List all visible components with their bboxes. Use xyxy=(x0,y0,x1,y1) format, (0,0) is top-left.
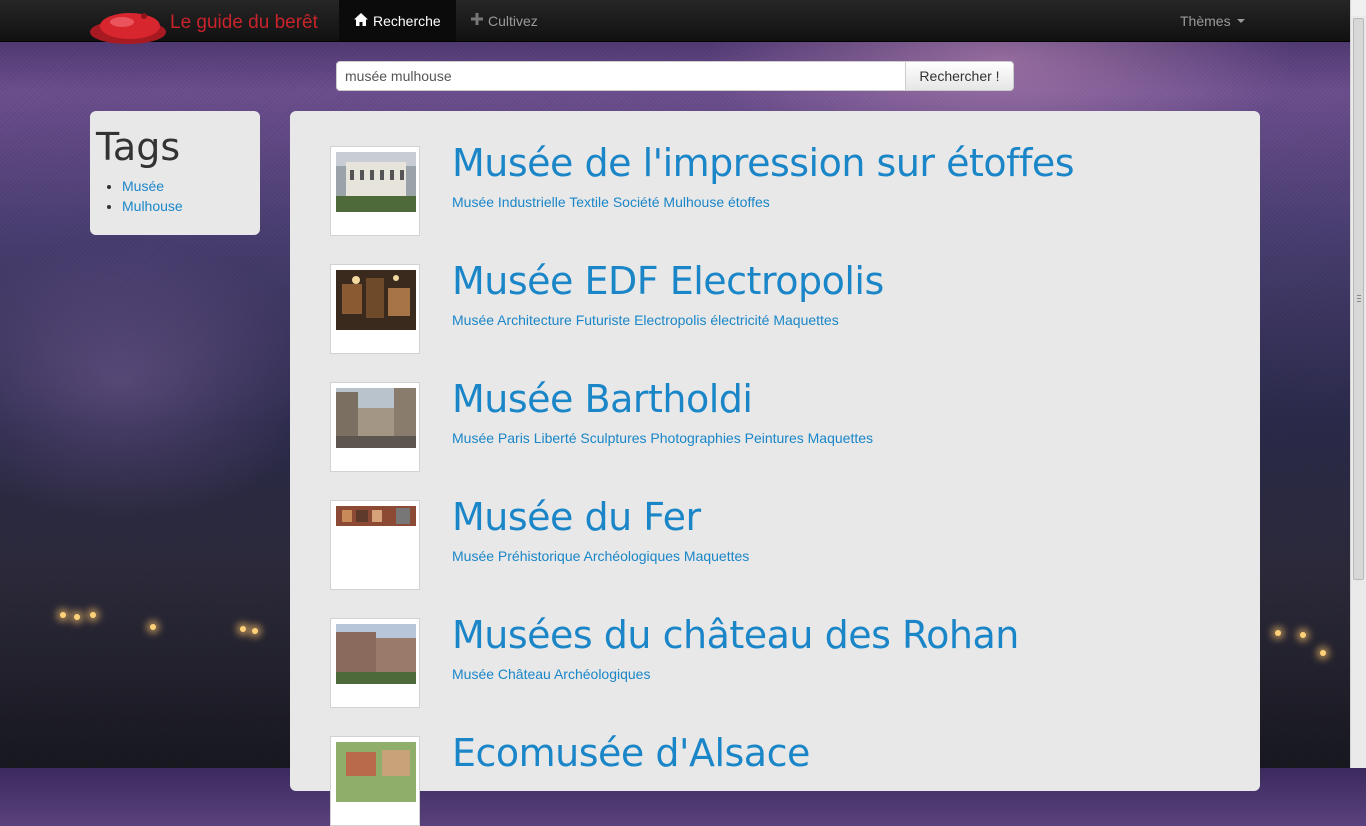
result-item: Musée du Fer Musée Préhistorique Archéol… xyxy=(330,495,1230,590)
page-scrollbar[interactable] xyxy=(1350,0,1366,768)
beret-logo-icon xyxy=(90,13,166,44)
result-title-link[interactable]: Musée du Fer xyxy=(452,495,701,539)
tags-list: Musée Mulhouse xyxy=(122,176,183,216)
nav-cultivez[interactable]: Cultivez xyxy=(456,0,556,41)
themes-label: Thèmes xyxy=(1180,12,1231,29)
list-item: Mulhouse xyxy=(122,196,183,216)
nav-cultivez-label: Cultivez xyxy=(488,12,538,29)
scroll-thumb[interactable] xyxy=(1353,18,1364,580)
result-item: Musée Bartholdi Musée Paris Liberté Scul… xyxy=(330,377,1230,472)
result-thumbnail[interactable] xyxy=(330,264,420,354)
result-title-link[interactable]: Musée de l'impression sur étoffes xyxy=(452,141,1075,185)
list-item: Musée xyxy=(122,176,183,196)
caret-down-icon xyxy=(1236,18,1245,23)
ecomusee-photo xyxy=(336,742,416,802)
result-thumbnail[interactable] xyxy=(330,618,420,708)
result-tags[interactable]: Musée Architecture Futuriste Electropoli… xyxy=(452,312,839,328)
result-item: Ecomusée d'Alsace xyxy=(330,731,1230,826)
scroll-up-arrow-icon[interactable] xyxy=(1351,0,1366,16)
result-title-link[interactable]: Ecomusée d'Alsace xyxy=(452,731,810,775)
result-tags[interactable]: Musée Industrielle Textile Société Mulho… xyxy=(452,194,770,210)
result-title-link[interactable]: Musée EDF Electropolis xyxy=(452,259,884,303)
tags-heading: Tags xyxy=(96,125,181,169)
plus-icon xyxy=(471,13,483,28)
nav-recherche[interactable]: Recherche xyxy=(339,0,456,41)
chateau-photo xyxy=(336,624,416,684)
museum-building-photo xyxy=(336,152,416,212)
result-item: Musée de l'impression sur étoffes Musée … xyxy=(330,141,1230,236)
brand-link[interactable]: Le guide du berêt xyxy=(88,4,318,50)
result-title-link[interactable]: Musée Bartholdi xyxy=(452,377,753,421)
top-navbar: Le guide du berêt Recherche Cultivez Thè… xyxy=(0,0,1350,44)
result-tags[interactable]: Musée Préhistorique Archéologiques Maque… xyxy=(452,548,749,564)
themes-dropdown[interactable]: Thèmes xyxy=(1165,0,1265,41)
home-icon xyxy=(354,12,368,29)
result-item: Musée EDF Electropolis Musée Architectur… xyxy=(330,259,1230,354)
result-thumbnail[interactable] xyxy=(330,146,420,236)
museum-exhibit-photo xyxy=(336,506,416,526)
result-thumbnail[interactable] xyxy=(330,382,420,472)
result-thumbnail[interactable] xyxy=(330,500,420,590)
result-item: Musées du château des Rohan Musée Châtea… xyxy=(330,613,1230,708)
brand-title[interactable]: Le guide du berêt xyxy=(170,12,318,34)
result-tags[interactable]: Musée Paris Liberté Sculptures Photograp… xyxy=(452,430,873,446)
result-thumbnail[interactable] xyxy=(330,736,420,826)
search-button[interactable]: Rechercher ! xyxy=(905,61,1014,91)
museum-machinery-photo xyxy=(336,270,416,330)
tag-link-mulhouse[interactable]: Mulhouse xyxy=(122,198,183,214)
tag-link-musee[interactable]: Musée xyxy=(122,178,164,194)
tags-panel: Tags Musée Mulhouse xyxy=(90,111,260,235)
search-input[interactable] xyxy=(336,61,906,91)
nav-recherche-label: Recherche xyxy=(373,12,441,29)
result-tags[interactable]: Musée Château Archéologiques xyxy=(452,666,650,682)
results-panel: Musée de l'impression sur étoffes Musée … xyxy=(290,111,1260,826)
result-title-link[interactable]: Musées du château des Rohan xyxy=(452,613,1019,657)
museum-courtyard-photo xyxy=(336,388,416,448)
